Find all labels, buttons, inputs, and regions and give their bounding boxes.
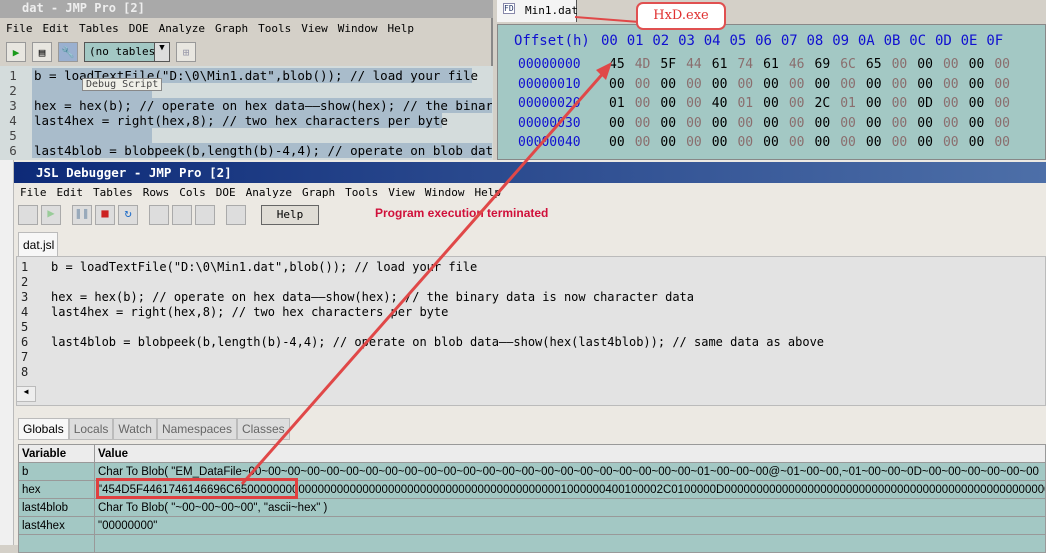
highlight-box xyxy=(96,478,298,499)
annotation-arrow xyxy=(240,16,641,485)
hxd-callout: HxD.exe xyxy=(636,2,726,30)
